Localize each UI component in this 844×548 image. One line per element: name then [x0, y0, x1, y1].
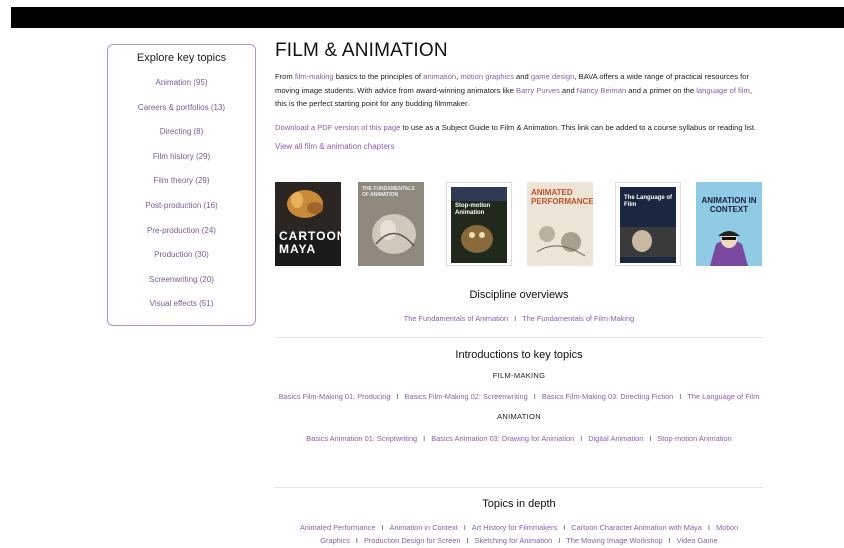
cover-title: ANIMATED PERFORMANCE — [531, 188, 593, 206]
topics-in-depth-links: Animated Performance I Animation in Contex… — [275, 521, 763, 547]
divider — [275, 337, 763, 338]
intro-text: basics to the principles of — [333, 72, 424, 81]
book-cover-animation-in-context[interactable]: ANIMATION IN CONTEXT — [696, 182, 762, 266]
cover-title: CARTOON MAYA — [279, 229, 341, 256]
nancy-beiman-link[interactable]: Nancy Beiman — [577, 86, 626, 95]
intro-text: and — [513, 72, 531, 81]
download-pdf-link[interactable]: Download a PDF version of this page — [275, 123, 400, 132]
intro-text: and a primer on the — [626, 85, 697, 95]
separator: I — [466, 536, 469, 545]
cover-art — [451, 187, 507, 263]
divider — [275, 487, 763, 488]
discipline-overviews: Discipline overviews The Fundamentals of… — [275, 289, 763, 325]
separator: I — [679, 392, 682, 401]
separator: I — [514, 314, 517, 323]
sidebar-item-visual-effects[interactable]: Visual effects (51) — [108, 298, 255, 323]
sidebar-item-careers[interactable]: Careers & portfolios (13) — [108, 102, 255, 127]
book-cover-fundamentals-animation[interactable]: THE FUNDAMENTALS OF ANIMATION — [358, 182, 424, 266]
topics-sidebar: Explore key topics Animation (95) Career… — [107, 44, 256, 326]
cartoon-maya-link[interactable]: Cartoon Character Animation with Maya — [571, 523, 702, 532]
film-making-subheading: FILM-MAKING — [492, 371, 546, 380]
basics-animation-01-link[interactable]: Basics Animation 01: Scriptwriting — [306, 434, 417, 443]
sidebar-item-screenwriting[interactable]: Screenwriting (20) — [108, 274, 255, 299]
view-all-chapters-link[interactable]: View all film & animation chapters — [275, 142, 763, 151]
stop-motion-animation-link[interactable]: Stop-motion Animation — [657, 434, 731, 443]
intro-text: From — [275, 72, 295, 81]
animation-in-context-link[interactable]: Animation in Context — [390, 523, 458, 532]
cover-title: THE FUNDAMENTALS OF ANIMATION — [362, 186, 415, 198]
game-design-link[interactable]: game design — [531, 72, 574, 81]
book-cover-stop-motion[interactable]: Stop-motion Animation — [446, 182, 512, 266]
separator: I — [355, 536, 358, 545]
separator: I — [423, 434, 426, 443]
language-of-film-intro-link[interactable]: The Language of Film — [687, 392, 759, 401]
video-game-link[interactable]: Video Game — [677, 536, 718, 545]
book-covers: CARTOON MAYA THE FUNDAMENTALS OF ANIMATI… — [275, 182, 763, 267]
introductions-section: Introductions to key topics FILM-MAKING … — [275, 349, 763, 445]
animated-performance-link[interactable]: Animated Performance — [300, 523, 376, 532]
sidebar-item-film-theory[interactable]: Film theory (29) — [108, 175, 255, 200]
film-making-links: Basics Film-Making 01: Producing I Basics … — [275, 390, 763, 403]
separator: I — [563, 523, 566, 532]
basics-animation-03-link[interactable]: Basics Animation 03: Drawing for Animati… — [431, 434, 574, 443]
cover-title: ANIMATION IN CONTEXT — [701, 196, 757, 214]
pdf-paragraph: Download a PDF version of this page to u… — [275, 121, 763, 135]
cover-title-text: CARTOON MAYA — [279, 229, 341, 256]
separator: I — [381, 523, 384, 532]
separator: I — [580, 434, 583, 443]
sidebar-heading: Explore key topics — [136, 52, 227, 64]
separator: I — [463, 523, 466, 532]
top-bar — [11, 7, 844, 28]
basics-film-making-02-link[interactable]: Basics Film-Making 02: Screenwriting — [405, 392, 528, 401]
barry-purves-link[interactable]: Barry Purves — [516, 86, 560, 95]
introductions-heading: Introductions to key topics — [455, 349, 583, 361]
main-content: FILM & ANIMATION From film-making basics… — [275, 38, 763, 545]
moving-image-workshop-link[interactable]: The Moving Image Workshop — [566, 536, 662, 545]
topics-list: Animation (95) Careers & portfolios (13)… — [108, 77, 255, 323]
separator: I — [396, 392, 399, 401]
film-making-link[interactable]: film-making — [295, 72, 334, 81]
sidebar-item-directing[interactable]: Directing (8) — [108, 126, 255, 151]
digital-animation-link[interactable]: Digital Animation — [588, 434, 643, 443]
language-of-film-link[interactable]: language of film — [696, 86, 750, 95]
motion-graphics-link[interactable]: motion graphics — [460, 72, 514, 81]
cover-title: The Language of Film — [624, 195, 672, 208]
basics-film-making-01-link[interactable]: Basics Film-Making 01: Producing — [279, 392, 391, 401]
topics-in-depth: Topics in depth Animated Performance I Ani… — [275, 498, 763, 547]
discipline-heading: Discipline overviews — [469, 289, 569, 301]
pdf-text: to use as a Subject Guide to Film & Anim… — [400, 122, 757, 132]
cover-title: Stop-motion Animation — [455, 203, 491, 216]
animation-subheading: ANIMATION — [497, 412, 541, 421]
separator: I — [668, 536, 671, 545]
intro-text: and — [559, 85, 577, 95]
animation-links: Basics Animation 01: Scriptwriting I Basic… — [275, 432, 763, 445]
separator: I — [649, 434, 652, 443]
sketching-animation-link[interactable]: Sketching for Animation — [475, 536, 553, 545]
discipline-links: The Fundamentals of Animation I The Fundam… — [275, 312, 763, 325]
fundamentals-animation-link[interactable]: The Fundamentals of Animation — [404, 314, 508, 323]
sidebar-item-pre-production[interactable]: Pre-production (24) — [108, 225, 255, 250]
cover-art — [696, 182, 762, 266]
art-history-link[interactable]: Art History for Filmmakers — [472, 523, 557, 532]
separator: I — [558, 536, 561, 545]
separator: I — [707, 523, 710, 532]
sidebar-item-production[interactable]: Production (30) — [108, 249, 255, 274]
page-title: FILM & ANIMATION — [275, 40, 448, 61]
intro-paragraph: From film-making basics to the principle… — [275, 70, 763, 111]
book-cover-animated-performance[interactable]: ANIMATED PERFORMANCE — [527, 182, 593, 266]
fundamentals-film-making-link[interactable]: The Fundamentals of Film-Making — [522, 314, 634, 323]
animation-link[interactable]: animation — [423, 72, 456, 81]
sidebar-item-film-history[interactable]: Film history (29) — [108, 151, 255, 176]
sidebar-item-post-production[interactable]: Post-production (16) — [108, 200, 255, 225]
production-design-link[interactable]: Production Design for Screen — [364, 536, 461, 545]
topics-in-depth-heading: Topics in depth — [482, 498, 556, 510]
book-cover-language-of-film[interactable]: The Language of Film — [615, 182, 681, 266]
basics-film-making-03-link[interactable]: Basics Film-Making 03: Directing Fiction — [542, 392, 673, 401]
sidebar-item-animation[interactable]: Animation (95) — [108, 77, 255, 102]
book-cover-cartoon-maya[interactable]: CARTOON MAYA — [275, 182, 341, 266]
separator: I — [533, 392, 536, 401]
